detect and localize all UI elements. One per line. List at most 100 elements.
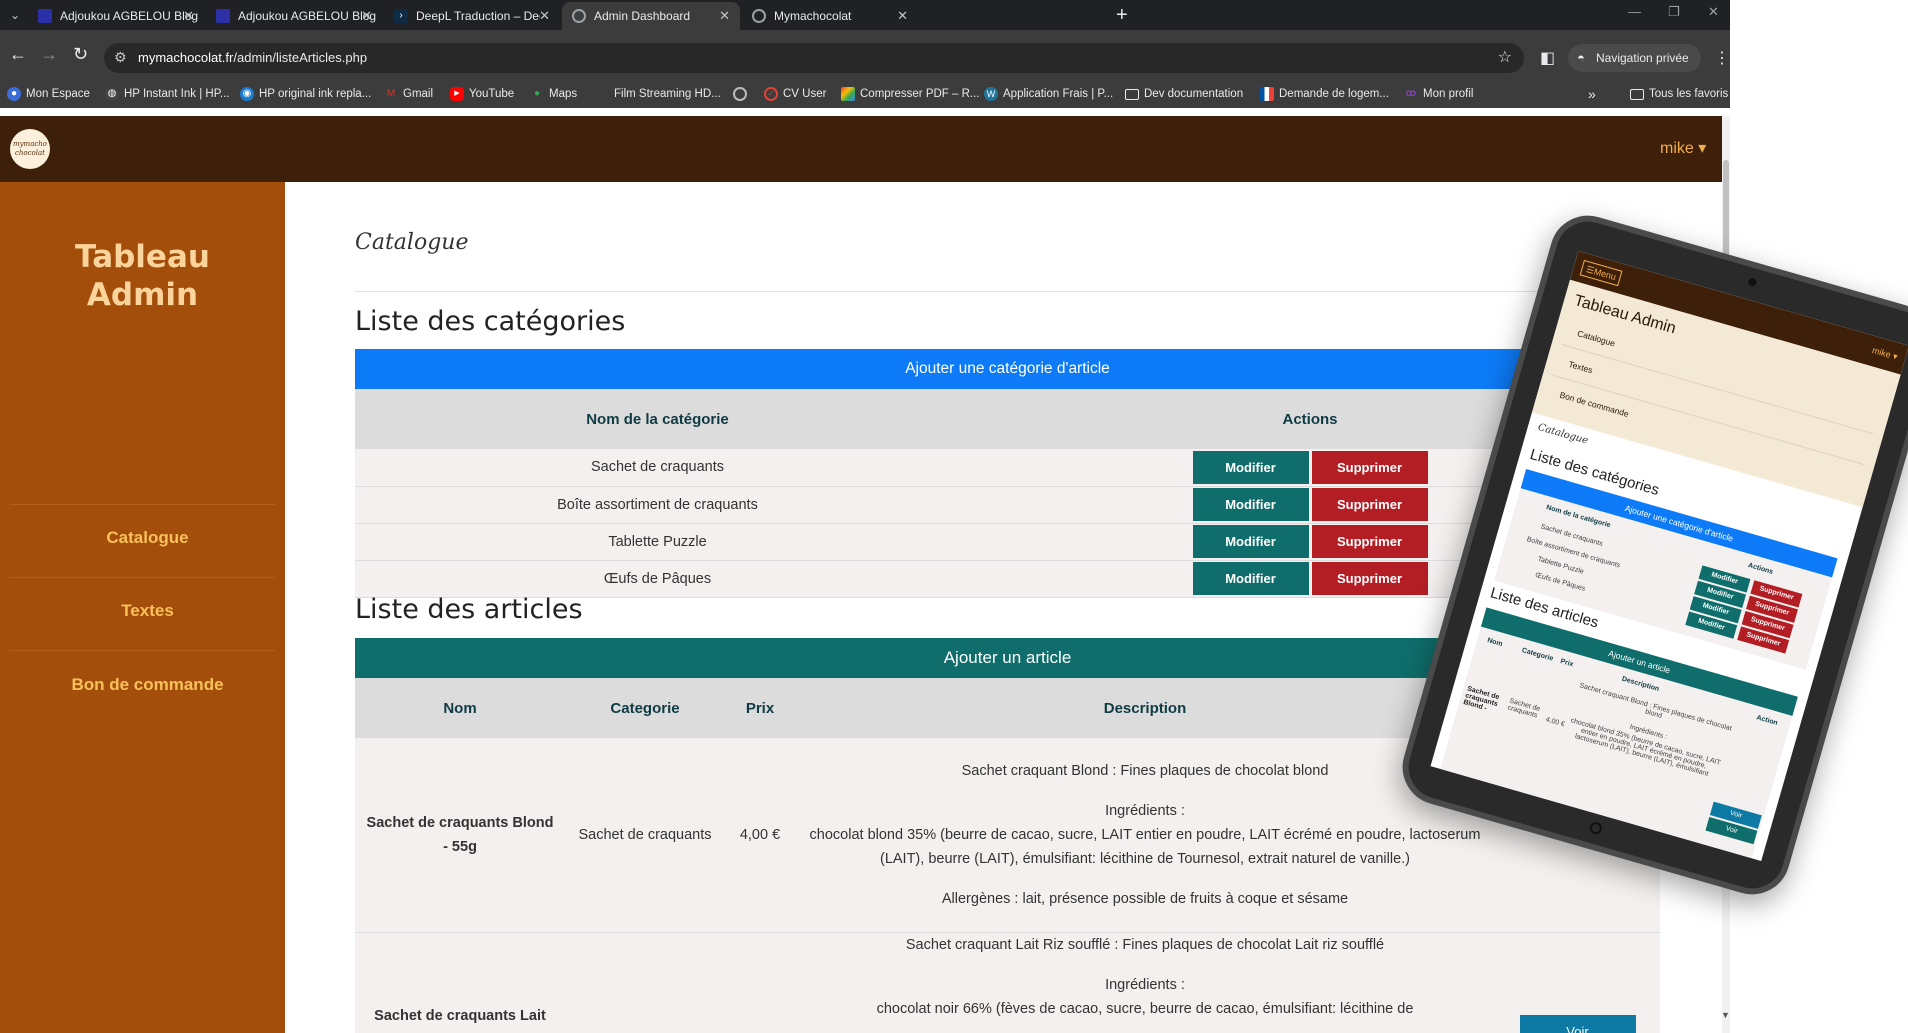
- tab-mymachocolat[interactable]: Mymachocolat ✕: [742, 2, 918, 30]
- bookmark-label: Mon Espace: [26, 88, 90, 100]
- modify-button[interactable]: Modifier: [1192, 450, 1309, 484]
- folder-icon: [1630, 89, 1644, 100]
- site-info-icon[interactable]: ⚙: [114, 49, 127, 66]
- sidebar-item-catalogue[interactable]: Catalogue: [0, 528, 295, 548]
- articles-title: Liste des articles: [355, 594, 583, 625]
- bookmark-star-icon[interactable]: ☆: [1498, 47, 1512, 67]
- check-circle-icon: ✓: [764, 87, 778, 101]
- delete-button[interactable]: Supprimer: [1311, 488, 1428, 521]
- forward-arrow-icon[interactable]: →: [40, 44, 58, 65]
- tab-strip: ⌄ Adjoukou AGBELOU Blog ✕ Adjoukou AGBEL…: [0, 0, 1730, 30]
- url-text[interactable]: mymachocolat.fr/admin/listeArticles.php: [138, 43, 367, 73]
- tab-search-dropdown-icon[interactable]: ⌄: [4, 4, 26, 26]
- bookmark-gmail[interactable]: M Gmail: [384, 80, 433, 108]
- blog-favicon-icon: [38, 9, 52, 23]
- sidebar-title: Tableau Admin: [0, 238, 285, 314]
- bookmark-hp-instant-ink[interactable]: ◍ HP Instant Ink | HP...: [105, 80, 229, 108]
- sidebar-divider: [10, 504, 275, 505]
- delete-button[interactable]: Supprimer: [1311, 450, 1428, 484]
- sidebar-item-bon-de-commande[interactable]: Bon de commande: [0, 675, 295, 695]
- bookmarks-bar: ● Mon Espace ◍ HP Instant Ink | HP... ◉ HP …: [0, 80, 1730, 108]
- tab-blog-2[interactable]: Adjoukou AGBELOU Blog ✕: [206, 2, 382, 30]
- modify-button[interactable]: Modifier: [1192, 488, 1309, 521]
- bookmark-label: Mon profil: [1423, 88, 1474, 100]
- description-line: chocolat blond 35% (beurre de cacao, suc…: [809, 826, 1481, 867]
- back-arrow-icon[interactable]: ←: [9, 44, 27, 65]
- sidebar-item-textes[interactable]: Textes: [0, 601, 295, 621]
- modify-button[interactable]: Modifier: [1192, 562, 1309, 595]
- menu-button: ☰Menu: [1579, 259, 1623, 287]
- address-bar[interactable]: ⚙ mymachocolat.fr/admin/listeArticles.ph…: [104, 43, 1524, 73]
- film-icon: [595, 87, 609, 101]
- delete-button[interactable]: Supprimer: [1311, 562, 1428, 595]
- new-tab-plus-icon[interactable]: +: [1116, 2, 1128, 28]
- bookmark-label: Film Streaming HD...: [614, 88, 721, 100]
- bookmark-label: Compresser PDF – R...: [860, 88, 980, 100]
- close-icon[interactable]: ✕: [897, 2, 908, 30]
- bookmark-maps[interactable]: ● Maps: [530, 80, 577, 108]
- globe-icon: ◍: [105, 87, 119, 101]
- bookmark-film-streaming[interactable]: Film Streaming HD...: [595, 80, 721, 108]
- close-icon[interactable]: ✕: [361, 2, 372, 30]
- bookmark-compresser-pdf[interactable]: Compresser PDF – R...: [841, 80, 980, 108]
- tablet-article-price: 4,00 €: [1544, 716, 1566, 729]
- tab-blog-1[interactable]: Adjoukou AGBELOU Blog ✕: [28, 2, 204, 30]
- article-actions: Voir: [1495, 932, 1660, 1033]
- tab-deepl[interactable]: › DeepL Traduction – DeepL Tran ✕: [384, 2, 560, 30]
- private-browsing-badge[interactable]: ◓ Navigation privée: [1568, 44, 1701, 72]
- more-menu-icon[interactable]: ⋮: [1714, 48, 1730, 68]
- restore-icon[interactable]: ❐: [1668, 4, 1680, 20]
- close-window-icon[interactable]: ✕: [1708, 4, 1719, 20]
- tablet-column-header: Description: [1620, 675, 1660, 694]
- bookmark-application-frais[interactable]: W Application Frais | P...: [984, 80, 1113, 108]
- more-bookmarks-chevron-icon[interactable]: »: [1588, 80, 1596, 108]
- close-icon[interactable]: ✕: [183, 2, 194, 30]
- site-logo[interactable]: mymacho chocolat: [10, 129, 50, 169]
- bookmark-demande-logement[interactable]: Demande de logem...: [1260, 80, 1389, 108]
- bookmark-label: Maps: [549, 88, 578, 100]
- description-line: Sachet craquant Lait Riz soufflé : Fines…: [905, 936, 1385, 953]
- table-header-row: Nom de la catégorie Actions: [355, 389, 1660, 449]
- delete-button[interactable]: Supprimer: [1311, 525, 1428, 558]
- hp-icon: ◉: [240, 87, 254, 101]
- sidebar-divider: [10, 650, 275, 651]
- browser-window: ⌄ Adjoukou AGBELOU Blog ✕ Adjoukou AGBEL…: [0, 0, 1730, 1033]
- bookmark-label: HP Instant Ink | HP...: [124, 88, 230, 100]
- reading-mode-icon[interactable]: ◧: [1540, 48, 1555, 68]
- all-favorites-folder[interactable]: Tous les favoris: [1630, 80, 1728, 108]
- home-button-icon: [1588, 820, 1604, 836]
- wordpress-icon: W: [984, 87, 998, 101]
- bookmark-youtube[interactable]: ▶ YouTube: [450, 80, 514, 108]
- tablet-sidebar-item: Textes: [1567, 358, 1594, 376]
- table-row: Boîte assortiment de craquants Modifier S…: [355, 486, 1660, 523]
- bookmark-cv-user[interactable]: ✓ CV User: [764, 80, 826, 108]
- modify-button[interactable]: Modifier: [1192, 525, 1309, 558]
- gmail-icon: M: [386, 88, 396, 99]
- scroll-down-arrow-icon[interactable]: ▼: [1721, 1010, 1730, 1020]
- view-button[interactable]: Voir: [1519, 1014, 1636, 1033]
- site-navbar: mymacho chocolat mike ▾: [0, 116, 1730, 182]
- sidebar-title-line2: Admin: [86, 277, 199, 313]
- url-path: /admin/listeArticles.php: [233, 50, 368, 65]
- article-price: 4,00 €: [739, 826, 781, 843]
- reload-icon[interactable]: ↻: [73, 44, 88, 65]
- bookmark-label: YouTube: [469, 88, 515, 100]
- bookmark-mon-espace[interactable]: ● Mon Espace: [7, 80, 90, 108]
- description-line: Ingrédients :: [1105, 976, 1185, 993]
- bookmark-hp-original-ink[interactable]: ◉ HP original ink repla...: [240, 80, 371, 108]
- folder-icon: [1125, 89, 1139, 100]
- add-category-button[interactable]: Ajouter une catégorie d'article: [355, 349, 1660, 389]
- tablet-category-name: Œufs de Pâques: [1534, 571, 1586, 593]
- article-description: Sachet craquant Blond : Fines plaques de…: [795, 738, 1495, 932]
- user-menu[interactable]: mike ▾: [1660, 138, 1706, 158]
- tablet-column-header: Prix: [1559, 658, 1575, 669]
- tab-title: DeepL Traduction – DeepL Tran: [416, 9, 540, 23]
- tab-title: Admin Dashboard: [594, 9, 691, 23]
- bookmark-mon-profil[interactable]: ꝏ Mon profil: [1404, 80, 1474, 108]
- bookmark-dev-documentation[interactable]: Dev documentation: [1125, 80, 1243, 108]
- close-icon[interactable]: ✕: [539, 2, 550, 30]
- sidebar-divider: [10, 577, 275, 578]
- minimize-icon[interactable]: —: [1628, 4, 1641, 19]
- close-icon[interactable]: ✕: [719, 2, 730, 30]
- tab-admin-dashboard[interactable]: Admin Dashboard ✕: [562, 2, 740, 30]
